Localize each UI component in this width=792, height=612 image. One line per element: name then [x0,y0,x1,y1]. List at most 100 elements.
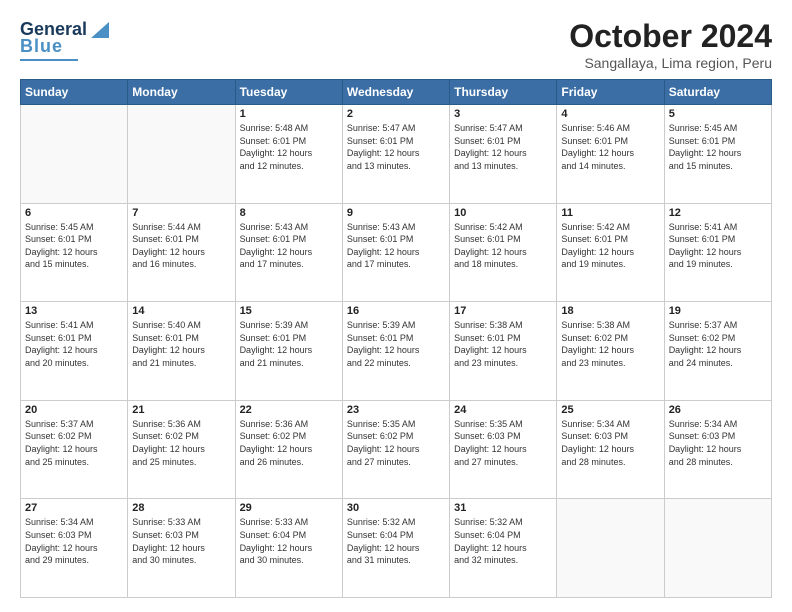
day-info: Sunrise: 5:39 AM Sunset: 6:01 PM Dayligh… [240,319,338,369]
day-info: Sunrise: 5:41 AM Sunset: 6:01 PM Dayligh… [25,319,123,369]
day-number: 8 [240,207,338,219]
calendar-header-tuesday: Tuesday [235,80,342,105]
calendar-cell-2-5: 10Sunrise: 5:42 AM Sunset: 6:01 PM Dayli… [450,203,557,302]
day-info: Sunrise: 5:35 AM Sunset: 6:03 PM Dayligh… [454,418,552,468]
day-number: 13 [25,305,123,317]
day-info: Sunrise: 5:40 AM Sunset: 6:01 PM Dayligh… [132,319,230,369]
day-info: Sunrise: 5:41 AM Sunset: 6:01 PM Dayligh… [669,221,767,271]
calendar-cell-5-5: 31 Sunrise: 5:32 AM Sunset: 6:04 PM Dayli… [450,499,557,598]
day-number: 1 [240,108,338,120]
calendar-cell-4-1: 20Sunrise: 5:37 AM Sunset: 6:02 PM Dayli… [21,400,128,499]
calendar-cell-3-3: 15 Sunrise: 5:39 AM Sunset: 6:01 PM Dayli… [235,302,342,401]
day-info: Sunrise: 5:39 AM Sunset: 6:01 PM Dayligh… [347,319,445,369]
calendar-cell-3-4: 16 Sunrise: 5:39 AM Sunset: 6:01 PM Dayli… [342,302,449,401]
calendar-cell-1-2 [128,105,235,204]
calendar-cell-5-6 [557,499,664,598]
calendar-cell-1-1 [21,105,128,204]
title-area: October 2024 Sangallaya, Lima region, Pe… [569,18,772,71]
calendar-cell-2-7: 12 Sunrise: 5:41 AM Sunset: 6:01 PM Dayli… [664,203,771,302]
calendar-week-4: 20Sunrise: 5:37 AM Sunset: 6:02 PM Dayli… [21,400,772,499]
main-title: October 2024 [569,18,772,55]
day-info: Sunrise: 5:45 AM Sunset: 6:01 PM Dayligh… [25,221,123,271]
day-number: 22 [240,404,338,416]
calendar-cell-2-3: 8Sunrise: 5:43 AM Sunset: 6:01 PM Daylig… [235,203,342,302]
day-number: 18 [561,305,659,317]
calendar-week-1: 1 Sunrise: 5:48 AM Sunset: 6:01 PM Daylig… [21,105,772,204]
calendar-table: SundayMondayTuesdayWednesdayThursdayFrid… [20,79,772,598]
calendar-cell-4-7: 26Sunrise: 5:34 AM Sunset: 6:03 PM Dayli… [664,400,771,499]
day-info: Sunrise: 5:46 AM Sunset: 6:01 PM Dayligh… [561,122,659,172]
day-number: 23 [347,404,445,416]
day-number: 3 [454,108,552,120]
day-number: 26 [669,404,767,416]
calendar-week-3: 13 Sunrise: 5:41 AM Sunset: 6:01 PM Dayli… [21,302,772,401]
day-number: 7 [132,207,230,219]
calendar-header-monday: Monday [128,80,235,105]
day-number: 17 [454,305,552,317]
calendar-header-saturday: Saturday [664,80,771,105]
day-info: Sunrise: 5:48 AM Sunset: 6:01 PM Dayligh… [240,122,338,172]
calendar-header-wednesday: Wednesday [342,80,449,105]
day-info: Sunrise: 5:38 AM Sunset: 6:01 PM Dayligh… [454,319,552,369]
day-number: 15 [240,305,338,317]
calendar-header-thursday: Thursday [450,80,557,105]
calendar-cell-4-2: 21 Sunrise: 5:36 AM Sunset: 6:02 PM Dayli… [128,400,235,499]
day-info: Sunrise: 5:37 AM Sunset: 6:02 PM Dayligh… [25,418,123,468]
page: General Blue October 2024 Sangallaya, Li… [0,0,792,612]
calendar-cell-4-5: 24Sunrise: 5:35 AM Sunset: 6:03 PM Dayli… [450,400,557,499]
day-number: 2 [347,108,445,120]
day-info: Sunrise: 5:45 AM Sunset: 6:01 PM Dayligh… [669,122,767,172]
day-number: 31 [454,502,552,514]
calendar-cell-2-2: 7 Sunrise: 5:44 AM Sunset: 6:01 PM Daylig… [128,203,235,302]
day-number: 19 [669,305,767,317]
calendar-header-sunday: Sunday [21,80,128,105]
day-info: Sunrise: 5:37 AM Sunset: 6:02 PM Dayligh… [669,319,767,369]
day-number: 28 [132,502,230,514]
day-info: Sunrise: 5:44 AM Sunset: 6:01 PM Dayligh… [132,221,230,271]
calendar-cell-3-6: 18 Sunrise: 5:38 AM Sunset: 6:02 PM Dayli… [557,302,664,401]
day-info: Sunrise: 5:32 AM Sunset: 6:04 PM Dayligh… [454,516,552,566]
calendar-cell-1-4: 2 Sunrise: 5:47 AM Sunset: 6:01 PM Daylig… [342,105,449,204]
calendar-cell-3-2: 14 Sunrise: 5:40 AM Sunset: 6:01 PM Dayli… [128,302,235,401]
day-number: 14 [132,305,230,317]
calendar-cell-2-1: 6 Sunrise: 5:45 AM Sunset: 6:01 PM Daylig… [21,203,128,302]
day-number: 21 [132,404,230,416]
day-info: Sunrise: 5:36 AM Sunset: 6:02 PM Dayligh… [240,418,338,468]
day-info: Sunrise: 5:42 AM Sunset: 6:01 PM Dayligh… [561,221,659,271]
calendar-week-2: 6 Sunrise: 5:45 AM Sunset: 6:01 PM Daylig… [21,203,772,302]
calendar-cell-4-6: 25 Sunrise: 5:34 AM Sunset: 6:03 PM Dayli… [557,400,664,499]
day-info: Sunrise: 5:47 AM Sunset: 6:01 PM Dayligh… [347,122,445,172]
day-number: 12 [669,207,767,219]
day-info: Sunrise: 5:38 AM Sunset: 6:02 PM Dayligh… [561,319,659,369]
calendar-cell-1-6: 4Sunrise: 5:46 AM Sunset: 6:01 PM Daylig… [557,105,664,204]
calendar-cell-4-3: 22 Sunrise: 5:36 AM Sunset: 6:02 PM Dayli… [235,400,342,499]
day-info: Sunrise: 5:33 AM Sunset: 6:04 PM Dayligh… [240,516,338,566]
day-info: Sunrise: 5:42 AM Sunset: 6:01 PM Dayligh… [454,221,552,271]
calendar-cell-3-1: 13 Sunrise: 5:41 AM Sunset: 6:01 PM Dayli… [21,302,128,401]
calendar-cell-4-4: 23Sunrise: 5:35 AM Sunset: 6:02 PM Dayli… [342,400,449,499]
day-info: Sunrise: 5:34 AM Sunset: 6:03 PM Dayligh… [561,418,659,468]
day-number: 11 [561,207,659,219]
calendar-cell-5-4: 30 Sunrise: 5:32 AM Sunset: 6:04 PM Dayli… [342,499,449,598]
calendar-cell-2-4: 9Sunrise: 5:43 AM Sunset: 6:01 PM Daylig… [342,203,449,302]
day-number: 25 [561,404,659,416]
day-number: 5 [669,108,767,120]
calendar-header-friday: Friday [557,80,664,105]
calendar-week-5: 27Sunrise: 5:34 AM Sunset: 6:03 PM Dayli… [21,499,772,598]
day-number: 9 [347,207,445,219]
day-number: 29 [240,502,338,514]
day-number: 27 [25,502,123,514]
day-info: Sunrise: 5:36 AM Sunset: 6:02 PM Dayligh… [132,418,230,468]
logo-underline [20,59,78,61]
calendar-cell-5-2: 28Sunrise: 5:33 AM Sunset: 6:03 PM Dayli… [128,499,235,598]
day-info: Sunrise: 5:32 AM Sunset: 6:04 PM Dayligh… [347,516,445,566]
logo-icon [89,18,111,40]
calendar-header-row: SundayMondayTuesdayWednesdayThursdayFrid… [21,80,772,105]
day-number: 16 [347,305,445,317]
logo-blue: Blue [20,36,63,57]
day-number: 30 [347,502,445,514]
calendar-cell-1-7: 5 Sunrise: 5:45 AM Sunset: 6:01 PM Daylig… [664,105,771,204]
day-number: 6 [25,207,123,219]
day-info: Sunrise: 5:47 AM Sunset: 6:01 PM Dayligh… [454,122,552,172]
calendar-cell-5-7 [664,499,771,598]
